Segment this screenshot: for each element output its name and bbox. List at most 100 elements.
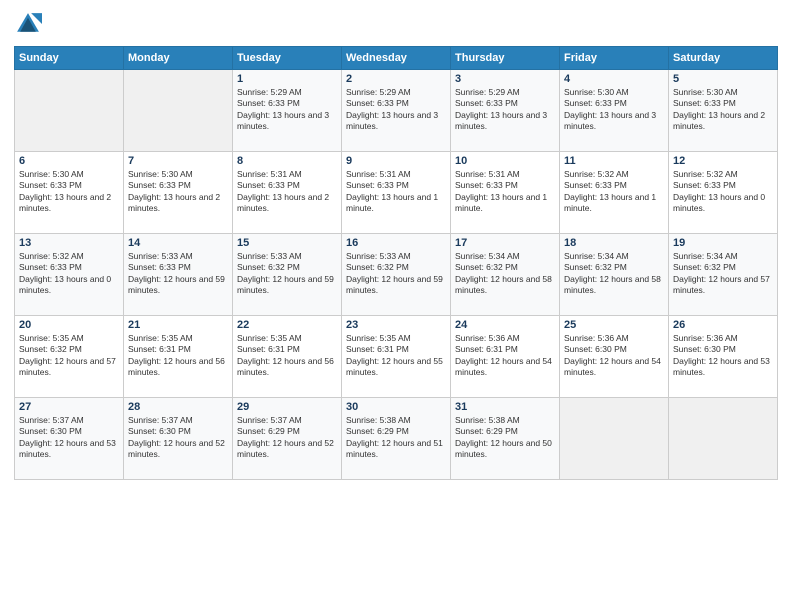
weekday-header-row: SundayMondayTuesdayWednesdayThursdayFrid… xyxy=(15,47,778,70)
calendar-cell: 29Sunrise: 5:37 AM Sunset: 6:29 PM Dayli… xyxy=(233,398,342,480)
day-number: 13 xyxy=(19,237,119,249)
day-info: Sunrise: 5:36 AM Sunset: 6:31 PM Dayligh… xyxy=(455,333,555,379)
calendar-cell: 3Sunrise: 5:29 AM Sunset: 6:33 PM Daylig… xyxy=(451,70,560,152)
weekday-friday: Friday xyxy=(560,47,669,70)
day-number: 28 xyxy=(128,401,228,413)
calendar-cell: 16 Sunrise: 5:33 AM Sunset: 6:32 PM Dayli… xyxy=(342,234,451,316)
day-number: 16 xyxy=(346,237,446,249)
day-info: Sunrise: 5:32 AM Sunset: 6:33 PM Dayligh… xyxy=(673,169,773,215)
day-number: 25 xyxy=(564,319,664,331)
day-info: Sunrise: 5:34 AM Sunset: 6:32 PM Dayligh… xyxy=(564,251,664,297)
calendar-cell: 21 Sunrise: 5:35 AM Sunset: 6:31 PM Dayli… xyxy=(124,316,233,398)
day-number: 1 xyxy=(237,73,337,85)
weekday-saturday: Saturday xyxy=(669,47,778,70)
day-info: Sunrise: 5:31 AM Sunset: 6:33 PM Dayligh… xyxy=(237,169,337,215)
day-info: Sunrise: 5:30 AM Sunset: 6:33 PM Dayligh… xyxy=(19,169,119,215)
day-number: 30 xyxy=(346,401,446,413)
day-number: 19 xyxy=(673,237,773,249)
day-info: Sunrise: 5:34 AM Sunset: 6:32 PM Dayligh… xyxy=(673,251,773,297)
calendar-body: 1 Sunrise: 5:29 AM Sunset: 6:33 PM Daylig… xyxy=(15,70,778,480)
day-number: 15 xyxy=(237,237,337,249)
calendar-cell: 26 Sunrise: 5:36 AM Sunset: 6:30 PM Dayli… xyxy=(669,316,778,398)
week-row-1: 1 Sunrise: 5:29 AM Sunset: 6:33 PM Daylig… xyxy=(15,70,778,152)
day-number: 26 xyxy=(673,319,773,331)
day-number: 27 xyxy=(19,401,119,413)
day-info: Sunrise: 5:37 AM Sunset: 6:30 PM Dayligh… xyxy=(128,415,228,461)
calendar-cell: 22 Sunrise: 5:35 AM Sunset: 6:31 PM Dayli… xyxy=(233,316,342,398)
day-number: 9 xyxy=(346,155,446,167)
day-info: Sunrise: 5:37 AM Sunset: 6:30 PM Dayligh… xyxy=(19,415,119,461)
week-row-2: 6 Sunrise: 5:30 AM Sunset: 6:33 PM Daylig… xyxy=(15,152,778,234)
day-info: Sunrise: 5:35 AM Sunset: 6:31 PM Dayligh… xyxy=(128,333,228,379)
calendar-cell: 18 Sunrise: 5:34 AM Sunset: 6:32 PM Dayli… xyxy=(560,234,669,316)
calendar-cell: 13 Sunrise: 5:32 AM Sunset: 6:33 PM Dayli… xyxy=(15,234,124,316)
calendar-cell: 20Sunrise: 5:35 AM Sunset: 6:32 PM Dayli… xyxy=(15,316,124,398)
calendar-cell: 7 Sunrise: 5:30 AM Sunset: 6:33 PM Daylig… xyxy=(124,152,233,234)
day-info: Sunrise: 5:35 AM Sunset: 6:31 PM Dayligh… xyxy=(237,333,337,379)
day-number: 8 xyxy=(237,155,337,167)
calendar-cell: 6 Sunrise: 5:30 AM Sunset: 6:33 PM Daylig… xyxy=(15,152,124,234)
week-row-5: 27 Sunrise: 5:37 AM Sunset: 6:30 PM Dayli… xyxy=(15,398,778,480)
calendar-header: SundayMondayTuesdayWednesdayThursdayFrid… xyxy=(15,47,778,70)
day-info: Sunrise: 5:35 AM Sunset: 6:31 PM Dayligh… xyxy=(346,333,446,379)
day-number: 3 xyxy=(455,73,555,85)
day-number: 17 xyxy=(455,237,555,249)
day-number: 21 xyxy=(128,319,228,331)
calendar-cell: 4Sunrise: 5:30 AM Sunset: 6:33 PM Daylig… xyxy=(560,70,669,152)
day-info: Sunrise: 5:38 AM Sunset: 6:29 PM Dayligh… xyxy=(346,415,446,461)
calendar-cell: 14 Sunrise: 5:33 AM Sunset: 6:33 PM Dayli… xyxy=(124,234,233,316)
day-number: 5 xyxy=(673,73,773,85)
day-number: 22 xyxy=(237,319,337,331)
calendar-table: SundayMondayTuesdayWednesdayThursdayFrid… xyxy=(14,46,778,480)
day-number: 2 xyxy=(346,73,446,85)
day-info: Sunrise: 5:33 AM Sunset: 6:32 PM Dayligh… xyxy=(346,251,446,297)
calendar-cell: 15Sunrise: 5:33 AM Sunset: 6:32 PM Dayli… xyxy=(233,234,342,316)
day-info: Sunrise: 5:34 AM Sunset: 6:32 PM Dayligh… xyxy=(455,251,555,297)
day-number: 14 xyxy=(128,237,228,249)
weekday-thursday: Thursday xyxy=(451,47,560,70)
day-number: 24 xyxy=(455,319,555,331)
calendar-cell: 11 Sunrise: 5:32 AM Sunset: 6:33 PM Dayli… xyxy=(560,152,669,234)
logo xyxy=(14,10,46,38)
day-info: Sunrise: 5:35 AM Sunset: 6:32 PM Dayligh… xyxy=(19,333,119,379)
calendar-cell: 31Sunrise: 5:38 AM Sunset: 6:29 PM Dayli… xyxy=(451,398,560,480)
day-info: Sunrise: 5:30 AM Sunset: 6:33 PM Dayligh… xyxy=(128,169,228,215)
day-number: 7 xyxy=(128,155,228,167)
calendar-cell xyxy=(15,70,124,152)
day-info: Sunrise: 5:37 AM Sunset: 6:29 PM Dayligh… xyxy=(237,415,337,461)
header xyxy=(14,10,778,38)
day-info: Sunrise: 5:30 AM Sunset: 6:33 PM Dayligh… xyxy=(673,87,773,133)
calendar-cell: 23 Sunrise: 5:35 AM Sunset: 6:31 PM Dayli… xyxy=(342,316,451,398)
calendar-cell: 24 Sunrise: 5:36 AM Sunset: 6:31 PM Dayli… xyxy=(451,316,560,398)
calendar-cell: 8 Sunrise: 5:31 AM Sunset: 6:33 PM Daylig… xyxy=(233,152,342,234)
week-row-4: 20Sunrise: 5:35 AM Sunset: 6:32 PM Dayli… xyxy=(15,316,778,398)
calendar-cell xyxy=(669,398,778,480)
weekday-sunday: Sunday xyxy=(15,47,124,70)
calendar-cell: 9Sunrise: 5:31 AM Sunset: 6:33 PM Daylig… xyxy=(342,152,451,234)
calendar-cell: 25Sunrise: 5:36 AM Sunset: 6:30 PM Dayli… xyxy=(560,316,669,398)
calendar-cell: 12 Sunrise: 5:32 AM Sunset: 6:33 PM Dayli… xyxy=(669,152,778,234)
day-info: Sunrise: 5:30 AM Sunset: 6:33 PM Dayligh… xyxy=(564,87,664,133)
day-number: 23 xyxy=(346,319,446,331)
day-number: 12 xyxy=(673,155,773,167)
day-number: 6 xyxy=(19,155,119,167)
calendar-cell: 28 Sunrise: 5:37 AM Sunset: 6:30 PM Dayli… xyxy=(124,398,233,480)
day-info: Sunrise: 5:32 AM Sunset: 6:33 PM Dayligh… xyxy=(19,251,119,297)
week-row-3: 13 Sunrise: 5:32 AM Sunset: 6:33 PM Dayli… xyxy=(15,234,778,316)
weekday-monday: Monday xyxy=(124,47,233,70)
calendar-cell: 27 Sunrise: 5:37 AM Sunset: 6:30 PM Dayli… xyxy=(15,398,124,480)
day-number: 10 xyxy=(455,155,555,167)
day-number: 11 xyxy=(564,155,664,167)
calendar-cell: 30 Sunrise: 5:38 AM Sunset: 6:29 PM Dayli… xyxy=(342,398,451,480)
day-info: Sunrise: 5:32 AM Sunset: 6:33 PM Dayligh… xyxy=(564,169,664,215)
calendar-cell: 2 Sunrise: 5:29 AM Sunset: 6:33 PM Daylig… xyxy=(342,70,451,152)
calendar-cell xyxy=(560,398,669,480)
day-number: 18 xyxy=(564,237,664,249)
calendar-cell: 5 Sunrise: 5:30 AM Sunset: 6:33 PM Daylig… xyxy=(669,70,778,152)
day-info: Sunrise: 5:33 AM Sunset: 6:33 PM Dayligh… xyxy=(128,251,228,297)
day-info: Sunrise: 5:36 AM Sunset: 6:30 PM Dayligh… xyxy=(673,333,773,379)
day-info: Sunrise: 5:29 AM Sunset: 6:33 PM Dayligh… xyxy=(346,87,446,133)
day-number: 31 xyxy=(455,401,555,413)
weekday-tuesday: Tuesday xyxy=(233,47,342,70)
calendar-page: SundayMondayTuesdayWednesdayThursdayFrid… xyxy=(0,0,792,612)
